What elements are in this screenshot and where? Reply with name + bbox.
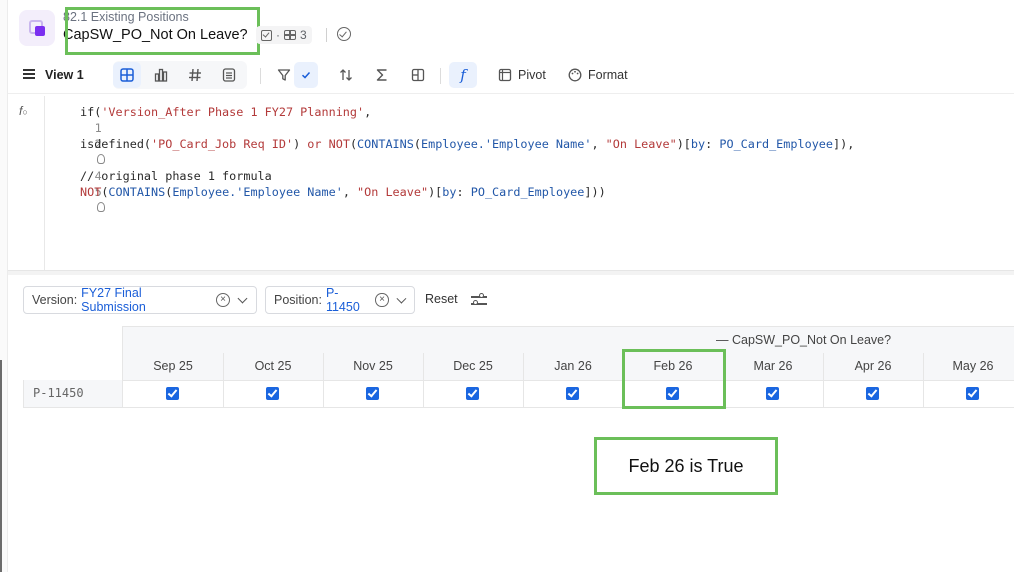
column-group-title[interactable]: — CapSW_PO_Not On Leave? bbox=[716, 333, 891, 347]
menu-icon[interactable] bbox=[23, 69, 35, 79]
column-header-oct-25[interactable]: Oct 25 bbox=[223, 359, 323, 373]
pivot-button[interactable]: Pivot bbox=[498, 64, 546, 86]
table-icon bbox=[284, 30, 296, 40]
filter-settings-icon[interactable] bbox=[471, 293, 487, 307]
app-logo-icon bbox=[19, 10, 55, 46]
code-line: isdefined('PO_Card_Job Req ID') or NOT(C… bbox=[52, 136, 854, 164]
header-divider bbox=[326, 28, 327, 42]
chevron-down-icon[interactable] bbox=[395, 293, 406, 304]
clear-icon[interactable]: × bbox=[375, 293, 389, 307]
document-view-icon[interactable] bbox=[215, 62, 243, 88]
summary-sigma-icon[interactable] bbox=[368, 62, 396, 88]
checkbox-icon bbox=[261, 29, 272, 41]
code-line: 5 // original phase 1 formula bbox=[80, 169, 272, 199]
column-header-jan-26[interactable]: Jan 26 bbox=[523, 359, 623, 373]
reset-button[interactable]: Reset bbox=[425, 292, 458, 306]
layout-columns-icon[interactable] bbox=[404, 62, 432, 88]
annotation-callout: Feb 26 is True bbox=[594, 437, 778, 495]
verified-badge-icon[interactable] bbox=[337, 27, 351, 41]
cell-checkbox[interactable] bbox=[966, 387, 979, 400]
cell-checkbox[interactable] bbox=[766, 387, 779, 400]
column-header-may-26[interactable]: May 26 bbox=[923, 359, 1014, 373]
cell-checkbox[interactable] bbox=[866, 387, 879, 400]
toolbar-divider bbox=[440, 68, 441, 84]
chevron-down-icon[interactable] bbox=[237, 293, 248, 304]
formula-code[interactable]: 1 if('Version_After Phase 1 FY27 Plannin… bbox=[52, 104, 854, 212]
code-line: 2 bbox=[94, 137, 102, 151]
lightbulb-icon bbox=[95, 200, 111, 216]
row-label[interactable]: P-11450 bbox=[23, 380, 123, 407]
formula-fx-icon: f○ bbox=[19, 104, 28, 118]
cell-checkbox[interactable] bbox=[266, 387, 279, 400]
metadata-count: 3 bbox=[300, 28, 307, 42]
code-line: 1 if('Version_After Phase 1 FY27 Plannin… bbox=[80, 105, 372, 135]
code-line: 4 bbox=[94, 169, 102, 183]
column-header-sep-25[interactable]: Sep 25 bbox=[123, 359, 223, 373]
column-header-dec-25[interactable]: Dec 25 bbox=[423, 359, 523, 373]
metadata-badge[interactable]: · 3 bbox=[256, 26, 312, 44]
kpi-view-icon[interactable] bbox=[181, 62, 209, 88]
title-highlight-box bbox=[65, 7, 260, 55]
cell-checkbox[interactable] bbox=[466, 387, 479, 400]
palette-icon bbox=[568, 68, 582, 82]
column-header-mar-26[interactable]: Mar 26 bbox=[723, 359, 823, 373]
cell-checkbox[interactable] bbox=[366, 387, 379, 400]
toolbar-divider bbox=[260, 68, 261, 84]
row-header-corner bbox=[23, 326, 123, 380]
cell-checkbox[interactable] bbox=[566, 387, 579, 400]
filter-active-check-icon[interactable] bbox=[294, 62, 318, 88]
column-header-apr-26[interactable]: Apr 26 bbox=[823, 359, 923, 373]
toolbar: View 1 f Pivot Format bbox=[8, 56, 1014, 94]
formula-gutter bbox=[44, 96, 45, 270]
left-edge-strip bbox=[0, 0, 8, 572]
version-filter[interactable]: Version: FY27 Final Submission × bbox=[23, 286, 257, 314]
column-header-nov-25[interactable]: Nov 25 bbox=[323, 359, 423, 373]
code-line: NOT(CONTAINS(Employee.'Employee Name', "… bbox=[52, 184, 606, 212]
sort-icon[interactable] bbox=[332, 62, 360, 88]
formula-editor[interactable]: f○ 1 if('Version_After Phase 1 FY27 Plan… bbox=[8, 96, 1014, 270]
grid-view-icon[interactable] bbox=[113, 62, 141, 88]
clear-icon[interactable]: × bbox=[216, 293, 231, 307]
cell-checkbox[interactable] bbox=[166, 387, 179, 400]
panel-resize-divider[interactable] bbox=[8, 270, 1014, 275]
view-selector[interactable]: View 1 bbox=[45, 64, 84, 86]
pivot-icon bbox=[498, 68, 512, 82]
chart-view-icon[interactable] bbox=[147, 62, 175, 88]
highlight-column-box bbox=[622, 349, 726, 409]
format-button[interactable]: Format bbox=[568, 64, 628, 86]
page-header: 82.1 Existing Positions CapSW_PO_Not On … bbox=[8, 0, 1014, 56]
position-filter[interactable]: Position: P-11450 × bbox=[265, 286, 415, 314]
formula-function-icon[interactable]: f bbox=[449, 62, 477, 88]
